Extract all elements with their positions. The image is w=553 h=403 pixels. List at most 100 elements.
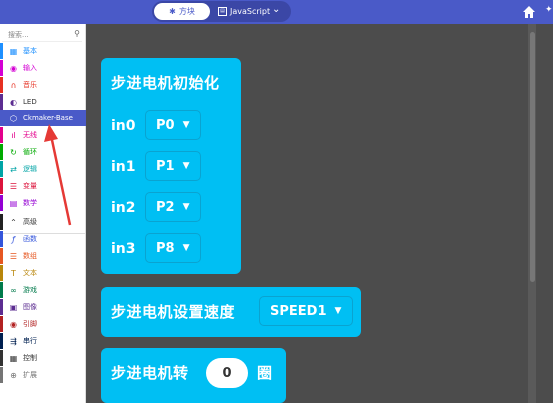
category-math[interactable]: ▤ 数学 [0,195,86,211]
category-label: 高级 [23,218,37,226]
category-radio[interactable]: ıl 无线 [0,127,86,143]
dropdown-triangle-icon: ▼ [182,161,190,171]
category-color-bar [0,367,3,383]
category-label: 串行 [23,337,37,345]
tab-blocks[interactable]: ✱ 方块 [154,3,210,20]
calculator-icon: ▤ [9,198,18,208]
block-title: 步进电机转 [111,364,189,382]
pin-dropdown-in0[interactable]: P0 ▼ [145,110,201,140]
dropdown-triangle-icon: ▼ [182,120,190,130]
turns-number-input[interactable]: 0 [206,358,248,388]
category-loops[interactable]: ↻ 循环 [0,144,86,160]
stepper-speed-block[interactable]: 步进电机设置速度 SPEED1 ▼ [101,287,361,337]
category-led[interactable]: ◐ LED [0,94,86,110]
category-label: 数组 [23,252,37,260]
search-placeholder: 搜索... [8,31,29,39]
category-extensions[interactable]: ⊕ 扩展 [0,367,86,383]
category-label: 扩展 [23,371,37,379]
grid-icon: ▦ [9,46,18,56]
category-ckmaker-base[interactable]: ⬡ Ckmaker-Base [0,110,86,126]
dropdown-value: P0 [156,117,175,133]
pin-label: in0 [111,118,136,134]
category-color-bar [0,350,3,366]
dropdown-triangle-icon: ▼ [182,243,190,253]
category-images[interactable]: ▣ 图像 [0,299,86,315]
scrollbar-thumb[interactable] [530,32,535,282]
shuffle-icon: ⇄ [10,164,17,174]
category-label: 文本 [23,269,37,277]
cube-icon: ⬡ [10,113,17,123]
dropdown-value: SPEED1 [270,303,327,319]
home-icon[interactable] [522,5,536,19]
dropdown-triangle-icon: ▼ [182,202,190,212]
category-functions[interactable]: ƒ 函数 [0,231,86,247]
category-advanced[interactable]: ⌃ 高级 [0,214,86,230]
stepper-turn-block[interactable]: 步进电机转 0 圈 [101,348,286,403]
category-serial[interactable]: ⇶ 串行 [0,333,86,349]
category-color-bar [0,282,3,298]
search-icon: ⚲ [74,29,80,38]
text-icon: T [11,268,16,278]
category-label: 图像 [23,303,37,311]
turns-unit-label: 圈 [257,364,273,382]
dropdown-triangle-icon: ▼ [334,306,342,316]
category-color-bar [0,214,3,230]
tab-javascript-label: JavaScript [230,7,271,16]
category-label: 变量 [23,182,37,190]
signal-icon: ıl [11,130,16,140]
search-input[interactable]: 搜索... ⚲ [2,28,82,42]
chevron-up-icon: ⌃ [10,217,17,227]
tab-javascript[interactable]: ▤ JavaScript [218,3,276,20]
category-label: 基本 [23,47,37,55]
category-arrays[interactable]: ☰ 数组 [0,248,86,264]
category-pins[interactable]: ◉ 引脚 [0,316,86,332]
game-icon: ∞ [10,285,17,295]
pin-dropdown-in2[interactable]: P2 ▼ [145,192,201,222]
category-color-bar [0,248,3,264]
category-color-bar [0,94,3,110]
toolbox-sidebar: 搜索... ⚲ ▦ 基本 ◉ 输入 ∩ 音乐 ◐ LED ⬡ Ckmaker-B… [0,24,86,403]
category-logic[interactable]: ⇄ 逻辑 [0,161,86,177]
headphones-icon: ∩ [10,80,17,90]
category-color-bar [0,43,3,59]
pin-dropdown-in3[interactable]: P8 ▼ [145,233,201,263]
category-control[interactable]: ▦ 控制 [0,350,86,366]
category-text[interactable]: T 文本 [0,265,86,281]
pin-dropdown-in1[interactable]: P1 ▼ [145,151,201,181]
blocks-workspace[interactable]: 步进电机初始化 in0 P0 ▼ in1 P1 ▼ in2 P2 ▼ in3 P… [86,24,553,403]
category-color-bar [0,333,3,349]
pin-icon: ◉ [10,319,17,329]
array-icon: ☰ [9,251,18,261]
category-color-bar [0,127,3,143]
block-title: 步进电机初始化 [111,74,220,92]
speed-dropdown[interactable]: SPEED1 ▼ [259,296,353,326]
code-icon: ▤ [218,7,227,16]
chevron-down-icon[interactable]: ⌄ [272,4,280,15]
function-icon: ƒ [12,234,15,244]
category-input[interactable]: ◉ 输入 [0,60,86,76]
category-color-bar [0,110,3,126]
settings-icon[interactable]: ✦ [545,5,553,15]
refresh-icon: ↻ [10,147,17,157]
stepper-init-block[interactable]: 步进电机初始化 in0 P0 ▼ in1 P1 ▼ in2 P2 ▼ in3 P… [101,58,241,274]
list-icon: ☰ [9,181,18,191]
category-color-bar [0,231,3,247]
category-game[interactable]: ∞ 游戏 [0,282,86,298]
category-label: LED [23,98,37,106]
category-basic[interactable]: ▦ 基本 [0,43,86,59]
image-icon: ▣ [9,302,18,312]
category-label: 循环 [23,148,37,156]
toggle-icon: ◐ [10,97,17,107]
pin-label: in2 [111,200,136,216]
category-variables[interactable]: ☰ 变量 [0,178,86,194]
category-label: 函数 [23,235,37,243]
category-color-bar [0,178,3,194]
dropdown-value: P2 [156,199,175,215]
editor-toggle: ✱ 方块 ▤ JavaScript ⌄ [152,1,291,22]
category-label: 逻辑 [23,165,37,173]
category-music[interactable]: ∩ 音乐 [0,77,86,93]
category-color-bar [0,60,3,76]
category-label: 控制 [23,354,37,362]
dropdown-value: P1 [156,158,175,174]
input-icon: ◉ [10,63,17,73]
